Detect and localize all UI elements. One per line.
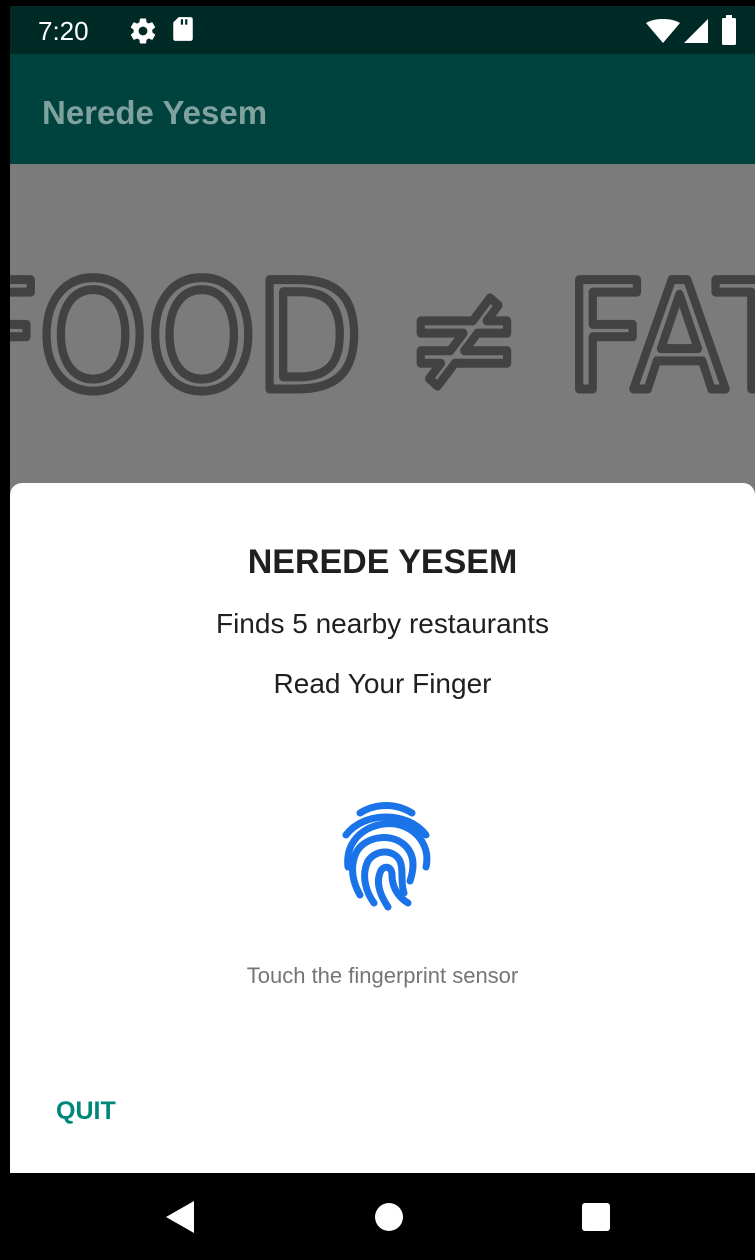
- gear-icon: [130, 18, 156, 44]
- fingerprint-icon: [342, 802, 431, 911]
- banner-image: FOOD ≠ FAT: [10, 164, 755, 484]
- quit-button[interactable]: QUIT: [40, 1091, 124, 1132]
- dialog-title: NEREDE YESEM: [247, 543, 518, 581]
- banner-text: FOOD ≠ FAT: [10, 250, 755, 425]
- signal-icon: [684, 19, 708, 43]
- recents-icon[interactable]: [582, 1203, 610, 1231]
- sensor-hint: Touch the fingerprint sensor: [246, 963, 519, 988]
- app-bar: Nerede Yesem: [10, 54, 755, 164]
- navigation-bar: [10, 1173, 755, 1260]
- back-icon[interactable]: [162, 1199, 196, 1235]
- dialog-description: Read Your Finger: [273, 668, 492, 699]
- sd-card-icon: [173, 17, 193, 41]
- fingerprint-dialog: NEREDE YESEM Finds 5 nearby restaurants …: [10, 483, 755, 1173]
- status-bar: 7:20: [10, 6, 755, 54]
- banner-drawing: FOOD ≠ FAT: [10, 245, 755, 428]
- battery-icon: [722, 15, 736, 45]
- screen: 7:20 Nerede Yesem FOOD ≠ FAT NEREDE YESE…: [10, 6, 755, 1260]
- status-time: 7:20: [38, 16, 89, 46]
- app-title: Nerede Yesem: [42, 94, 268, 131]
- dialog-subtitle: Finds 5 nearby restaurants: [215, 608, 550, 639]
- wifi-icon: [646, 19, 680, 43]
- home-icon[interactable]: [374, 1202, 404, 1232]
